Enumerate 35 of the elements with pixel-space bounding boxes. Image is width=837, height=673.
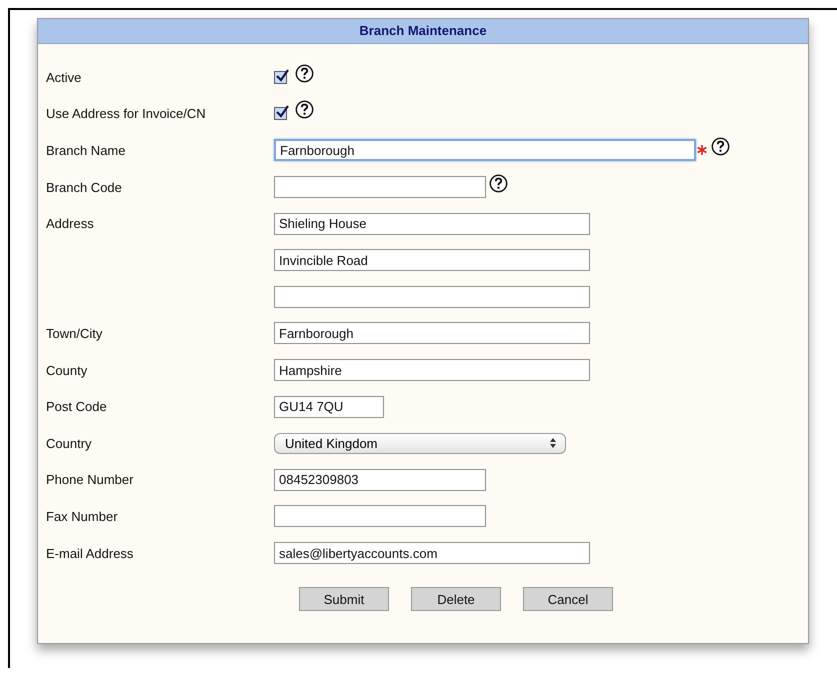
country-dropdown[interactable]: United Kingdom (274, 432, 566, 454)
field-label: Branch Code (46, 180, 122, 195)
checkbox[interactable] (274, 70, 287, 84)
field-label: Active (46, 70, 82, 85)
input-field[interactable] (274, 176, 486, 198)
input-field[interactable]: sales@libertyaccounts.com (274, 542, 590, 564)
input-field[interactable] (274, 505, 486, 528)
form-button[interactable]: Cancel (523, 587, 613, 612)
field-label: Country (46, 436, 92, 451)
field-label: Fax Number (46, 508, 118, 524)
input-field[interactable]: Farnborough (274, 139, 696, 162)
field-label: Town/City (46, 326, 102, 341)
panel-header: Branch Maintenance (38, 19, 808, 44)
field-label: County (46, 362, 88, 378)
form-button[interactable]: Submit (299, 587, 389, 612)
field-label: Phone Number (46, 472, 134, 488)
updown-arrows-icon (549, 437, 557, 450)
field-label: Post Code (46, 399, 107, 414)
checkbox[interactable] (274, 107, 287, 120)
input-field[interactable]: Hampshire (274, 359, 590, 382)
help-icon[interactable] (295, 100, 314, 120)
input-field[interactable]: Farnborough (274, 322, 590, 344)
input-field[interactable]: GU14 7QU (274, 396, 384, 418)
input-field[interactable] (274, 286, 590, 308)
field-label: E-mail Address (46, 546, 134, 561)
help-icon[interactable] (295, 64, 314, 83)
field-label: Address (46, 216, 94, 232)
input-field[interactable]: Shieling House (274, 212, 590, 235)
form-button[interactable]: Delete (411, 587, 501, 612)
help-icon[interactable] (489, 174, 508, 193)
field-label: Use Address for Invoice/CN (46, 106, 206, 122)
input-field[interactable]: 08452309803 (274, 468, 486, 491)
field-label: Branch Name (46, 142, 126, 158)
input-field[interactable]: Invincible Road (274, 249, 590, 272)
help-icon[interactable] (711, 136, 730, 156)
